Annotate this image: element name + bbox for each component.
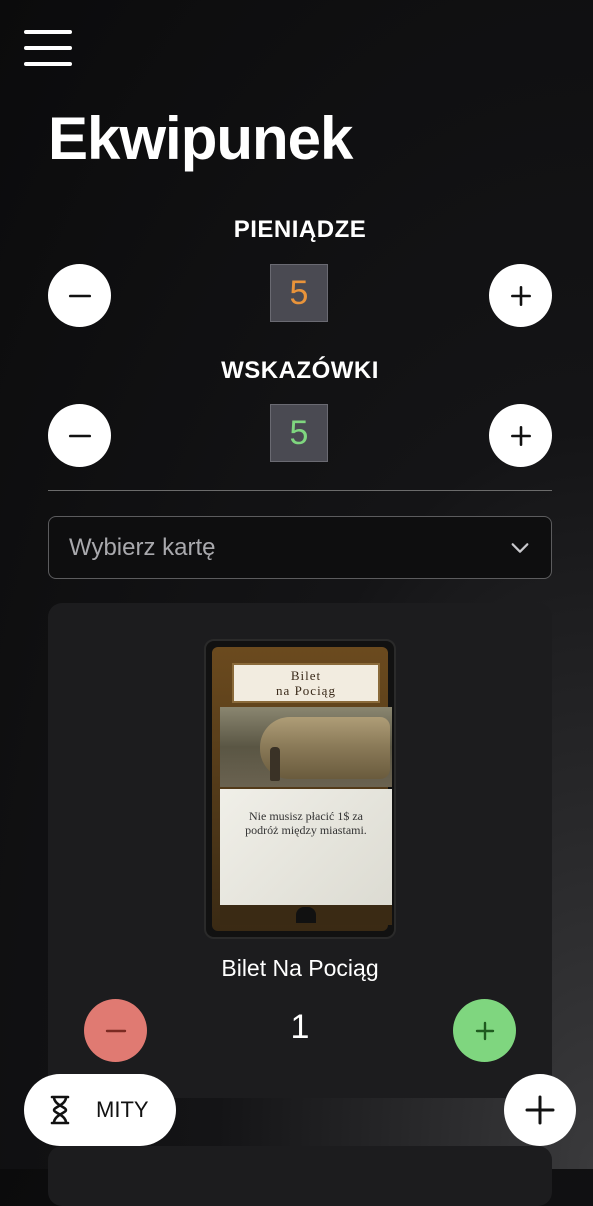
money-value: 5 bbox=[270, 264, 328, 322]
hourglass-icon bbox=[50, 1095, 70, 1125]
plus-icon bbox=[525, 1095, 555, 1125]
card-footer-ornament bbox=[220, 905, 392, 925]
card-select-placeholder: Wybierz kartę bbox=[69, 533, 216, 561]
add-button[interactable] bbox=[504, 1074, 576, 1146]
money-label: PIENIĄDZE bbox=[233, 216, 367, 243]
money-decrement-button[interactable] bbox=[48, 264, 111, 327]
clues-label: WSKAZÓWKI bbox=[221, 357, 379, 384]
money-increment-button[interactable] bbox=[489, 264, 552, 327]
card-name: Bilet Na Pociąg bbox=[221, 955, 379, 981]
plus-icon bbox=[510, 425, 531, 446]
clues-value: 5 bbox=[270, 404, 328, 462]
clues-increment-button[interactable] bbox=[489, 404, 552, 467]
minus-icon bbox=[105, 1029, 126, 1032]
card-item bbox=[48, 1146, 552, 1206]
card-art bbox=[220, 707, 392, 787]
card-image-title: Bilet na Pociąg bbox=[232, 663, 380, 703]
myths-button[interactable]: MITY bbox=[24, 1074, 176, 1146]
minus-icon bbox=[68, 434, 91, 437]
minus-icon bbox=[68, 294, 91, 297]
card-image: Bilet na Pociąg Nie musisz płacić 1$ za … bbox=[204, 639, 396, 939]
plus-icon bbox=[475, 1021, 494, 1040]
card-decrement-button[interactable] bbox=[84, 999, 147, 1062]
card-quantity: 1 bbox=[290, 1008, 310, 1046]
myths-label: MITY bbox=[96, 1097, 149, 1122]
card-select[interactable]: Wybierz kartę bbox=[48, 516, 552, 579]
menu-icon[interactable] bbox=[24, 28, 72, 68]
clues-decrement-button[interactable] bbox=[48, 404, 111, 467]
card-increment-button[interactable] bbox=[453, 999, 516, 1062]
divider bbox=[48, 490, 552, 491]
plus-icon bbox=[510, 285, 531, 306]
chevron-down-icon bbox=[511, 542, 529, 553]
page-title: Ekwipunek bbox=[48, 105, 353, 172]
card-image-text: Nie musisz płacić 1$ za podróż między mi… bbox=[220, 789, 392, 909]
